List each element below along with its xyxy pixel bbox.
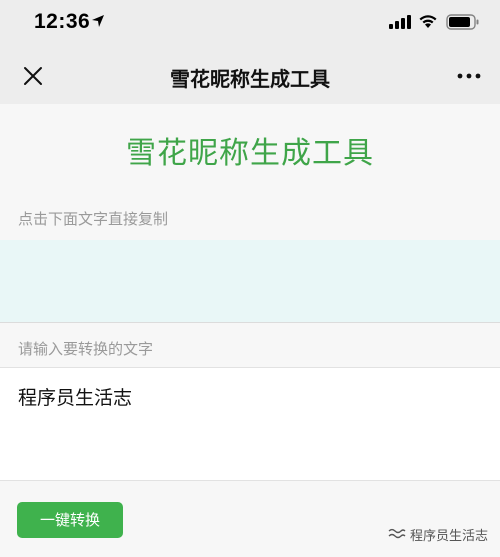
input-label: 请输入要转换的文字 [18, 340, 154, 358]
wifi-icon [419, 15, 437, 28]
status-time: 12:36 [34, 10, 91, 33]
more-icon[interactable] [457, 73, 481, 79]
cellular-signal-icon [389, 15, 411, 29]
navigation-bar: 雪花昵称生成工具 [0, 46, 500, 104]
output-textarea[interactable] [0, 240, 500, 323]
page-heading: 雪花昵称生成工具 [126, 136, 374, 171]
watermark-text: 程序员生活志 [410, 529, 489, 544]
output-label: 点击下面文字直接复制 [18, 210, 169, 228]
location-arrow-icon [92, 15, 104, 27]
wechat-channel-icon [388, 528, 406, 538]
input-textarea[interactable]: 程序员生活志 [0, 367, 500, 481]
nav-title: 雪花昵称生成工具 [170, 67, 330, 91]
battery-icon [446, 14, 479, 30]
convert-button[interactable]: 一键转换 [17, 502, 123, 538]
page-content: 雪花昵称生成工具 点击下面文字直接复制 请输入要转换的文字 程序员生活志 一键转… [0, 104, 500, 557]
watermark: 程序员生活志 [388, 525, 488, 544]
status-bar: 12:36 [0, 0, 500, 46]
input-text: 程序员生活志 [18, 387, 133, 409]
